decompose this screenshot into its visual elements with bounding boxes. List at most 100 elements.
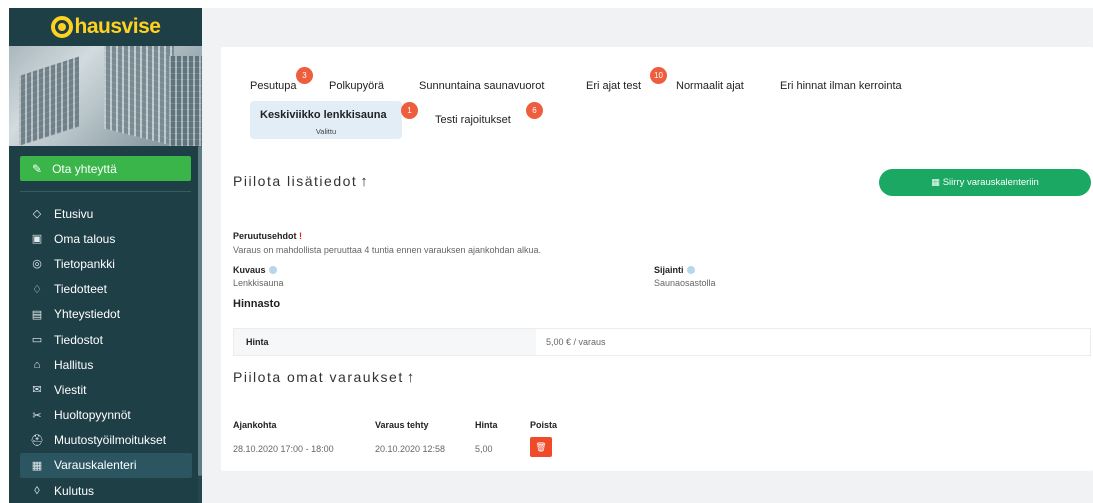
tab-label: Sunnuntaina saunavuorot	[419, 80, 545, 92]
tab-label: Keskiviikko lenkkisauna	[260, 109, 387, 121]
calendar-icon: ▦	[931, 177, 940, 187]
institution-icon: ⌂	[33, 358, 41, 371]
delete-reservation-button[interactable]: 🗑	[530, 437, 552, 457]
pricing-table: Hinta 5,00 € / varaus	[233, 328, 1091, 356]
tab-sunnuntaina-saunavuorot[interactable]: Sunnuntaina saunavuorot	[419, 80, 544, 92]
go-to-calendar-label: Siirry varauskalenteriin	[942, 177, 1039, 188]
reservation-card: Pesutupa 3 Polkupyörä Sunnuntaina saunav…	[221, 47, 1093, 471]
sidebar-item-hallitus[interactable]: ⌂ Hallitus	[20, 352, 192, 377]
sidebar-item-label: Tiedostot	[54, 332, 103, 347]
price-value: 5,00 € / varaus	[546, 337, 606, 347]
pricing-heading: Hinnasto	[233, 298, 281, 310]
tab-label: Eri hinnat ilman kerrointa	[780, 80, 902, 92]
column-header-price: Hinta	[475, 420, 498, 430]
sidebar-item-label: Huoltopyynnöt	[54, 408, 131, 423]
column-header-delete: Poista	[530, 420, 558, 430]
hardhat-icon: ⛑	[30, 434, 44, 447]
tab-label: Testi rajoitukset	[435, 114, 511, 126]
tab-eri-ajat-test[interactable]: Eri ajat test	[586, 80, 641, 92]
logo[interactable]: hausvise	[9, 8, 202, 46]
reservation-price: 5,00	[475, 444, 493, 454]
sidebar-item-label: Hallitus	[54, 357, 94, 372]
sidebar-item-tiedotteet[interactable]: ♢ Tiedotteet	[20, 277, 192, 302]
info-icon[interactable]	[686, 266, 695, 274]
sidebar-item-label: Etusivu	[54, 206, 94, 221]
bell-icon: ♢	[32, 283, 42, 296]
tab-normaalit-ajat[interactable]: Normaalit ajat	[676, 80, 744, 92]
sidebar-nav: ◇ Etusivu ▣ Oma talous ◎ Tietopankki ♢ T…	[20, 201, 192, 503]
sidebar-item-kulutus[interactable]: ◊ Kulutus	[20, 478, 192, 503]
location-label: Sijainti	[654, 265, 695, 275]
logo-text: hausvise	[74, 15, 161, 38]
sidebar-divider	[20, 191, 191, 192]
description-label: Kuvaus	[233, 265, 277, 275]
money-icon: ▣	[31, 233, 43, 246]
contact-card-icon: ▤	[31, 308, 43, 321]
app-frame: hausvise ✎ Ota yhteyttä ◇ Etusivu ▣ Oma …	[9, 8, 1093, 503]
building-image	[9, 46, 202, 146]
sidebar-item-viestit[interactable]: ✉ Viestit	[20, 377, 192, 402]
sidebar-item-label: Varauskalenteri	[54, 458, 137, 473]
sidebar-item-tiedostot[interactable]: ▭ Tiedostot	[20, 327, 192, 352]
toggle-reservations[interactable]: Piilota omat varaukset ↑	[233, 369, 414, 386]
sidebar-item-label: Oma talous	[54, 231, 116, 246]
tab-pesutupa[interactable]: Pesutupa	[250, 80, 296, 92]
envelope-icon: ✉	[32, 384, 42, 397]
count-badge: 3	[296, 67, 313, 84]
tab-label: Polkupyörä	[329, 80, 385, 92]
tools-icon: ✂	[32, 409, 42, 422]
arrow-up-icon: ↑	[406, 369, 415, 386]
sidebar-item-yhteystiedot[interactable]: ▤ Yhteystiedot	[20, 302, 192, 327]
tab-polkupyora[interactable]: Polkupyörä	[329, 80, 384, 92]
go-to-calendar-button[interactable]: ▦ Siirry varauskalenteriin	[879, 169, 1091, 196]
arrow-up-icon: ↑	[360, 173, 368, 190]
info-icon[interactable]	[268, 266, 277, 274]
sidebar-item-label: Kulutus	[54, 483, 95, 498]
sidebar-item-tietopankki[interactable]: ◎ Tietopankki	[20, 251, 192, 276]
sidebar-item-etusivu[interactable]: ◇ Etusivu	[20, 201, 192, 226]
description-value: Lenkkisauna	[233, 278, 284, 288]
sidebar-item-label: Yhteystiedot	[54, 307, 121, 322]
count-badge: 6	[526, 102, 543, 119]
sidebar: hausvise ✎ Ota yhteyttä ◇ Etusivu ▣ Oma …	[9, 8, 202, 503]
sidebar-item-label: Viestit	[54, 382, 87, 397]
tab-eri-hinnat[interactable]: Eri hinnat ilman kerrointa	[780, 80, 902, 92]
sidebar-item-muutostyoilmoitukset[interactable]: ⛑ Muutostyöilmoitukset	[20, 428, 192, 453]
reservation-time: 28.10.2020 17:00 - 18:00	[233, 444, 334, 454]
tab-keskiviikko-lenkkisauna[interactable]: Keskiviikko lenkkisauna Valittu	[250, 101, 402, 139]
calendar-icon: ▦	[31, 459, 43, 472]
sidebar-item-varauskalenteri[interactable]: ▦ Varauskalenteri	[20, 452, 192, 479]
folder-icon: ▭	[31, 334, 43, 347]
sidebar-item-label: Muutostyöilmoitukset	[54, 433, 167, 448]
column-header-made: Varaus tehty	[375, 420, 429, 430]
tab-selected-label: Valittu	[315, 127, 337, 136]
toggle-details-label: Piilota lisätiedot	[233, 173, 358, 189]
count-badge: 1	[401, 102, 418, 119]
column-header-time: Ajankohta	[233, 420, 277, 430]
tab-label: Normaalit ajat	[676, 80, 744, 92]
trash-icon: 🗑	[535, 441, 547, 452]
tag-icon: ◇	[32, 208, 42, 221]
price-label: Hinta	[234, 329, 536, 355]
location-value: Saunaosastolla	[654, 278, 716, 288]
contact-button-label: Ota yhteyttä	[52, 161, 117, 176]
toggle-details[interactable]: Piilota lisätiedot ↑	[233, 173, 368, 190]
reservation-made: 20.10.2020 12:58	[375, 444, 446, 454]
sidebar-item-label: Tiedotteet	[54, 282, 107, 297]
exclamation-icon: !	[296, 231, 303, 241]
cancellation-label: Peruutusehdot !	[233, 231, 303, 241]
sidebar-scrollbar-thumb[interactable]	[198, 146, 202, 476]
pencil-icon: ✎	[32, 161, 43, 176]
sidebar-item-label: Tietopankki	[54, 256, 115, 271]
tab-label: Pesutupa	[250, 80, 297, 92]
drop-icon: ◊	[34, 484, 40, 497]
sidebar-item-oma-talous[interactable]: ▣ Oma talous	[20, 226, 192, 251]
tab-testi-rajoitukset[interactable]: Testi rajoitukset	[435, 114, 511, 126]
contact-button[interactable]: ✎ Ota yhteyttä	[20, 156, 191, 181]
tab-label: Eri ajat test	[586, 80, 642, 92]
sidebar-item-huoltopyynnot[interactable]: ✂ Huoltopyynnöt	[20, 403, 192, 428]
cancellation-text: Varaus on mahdollista peruuttaa 4 tuntia…	[233, 245, 542, 255]
brain-icon: ◎	[32, 258, 42, 271]
logo-mark-icon	[50, 16, 73, 38]
toggle-reservations-label: Piilota omat varaukset	[233, 369, 404, 385]
